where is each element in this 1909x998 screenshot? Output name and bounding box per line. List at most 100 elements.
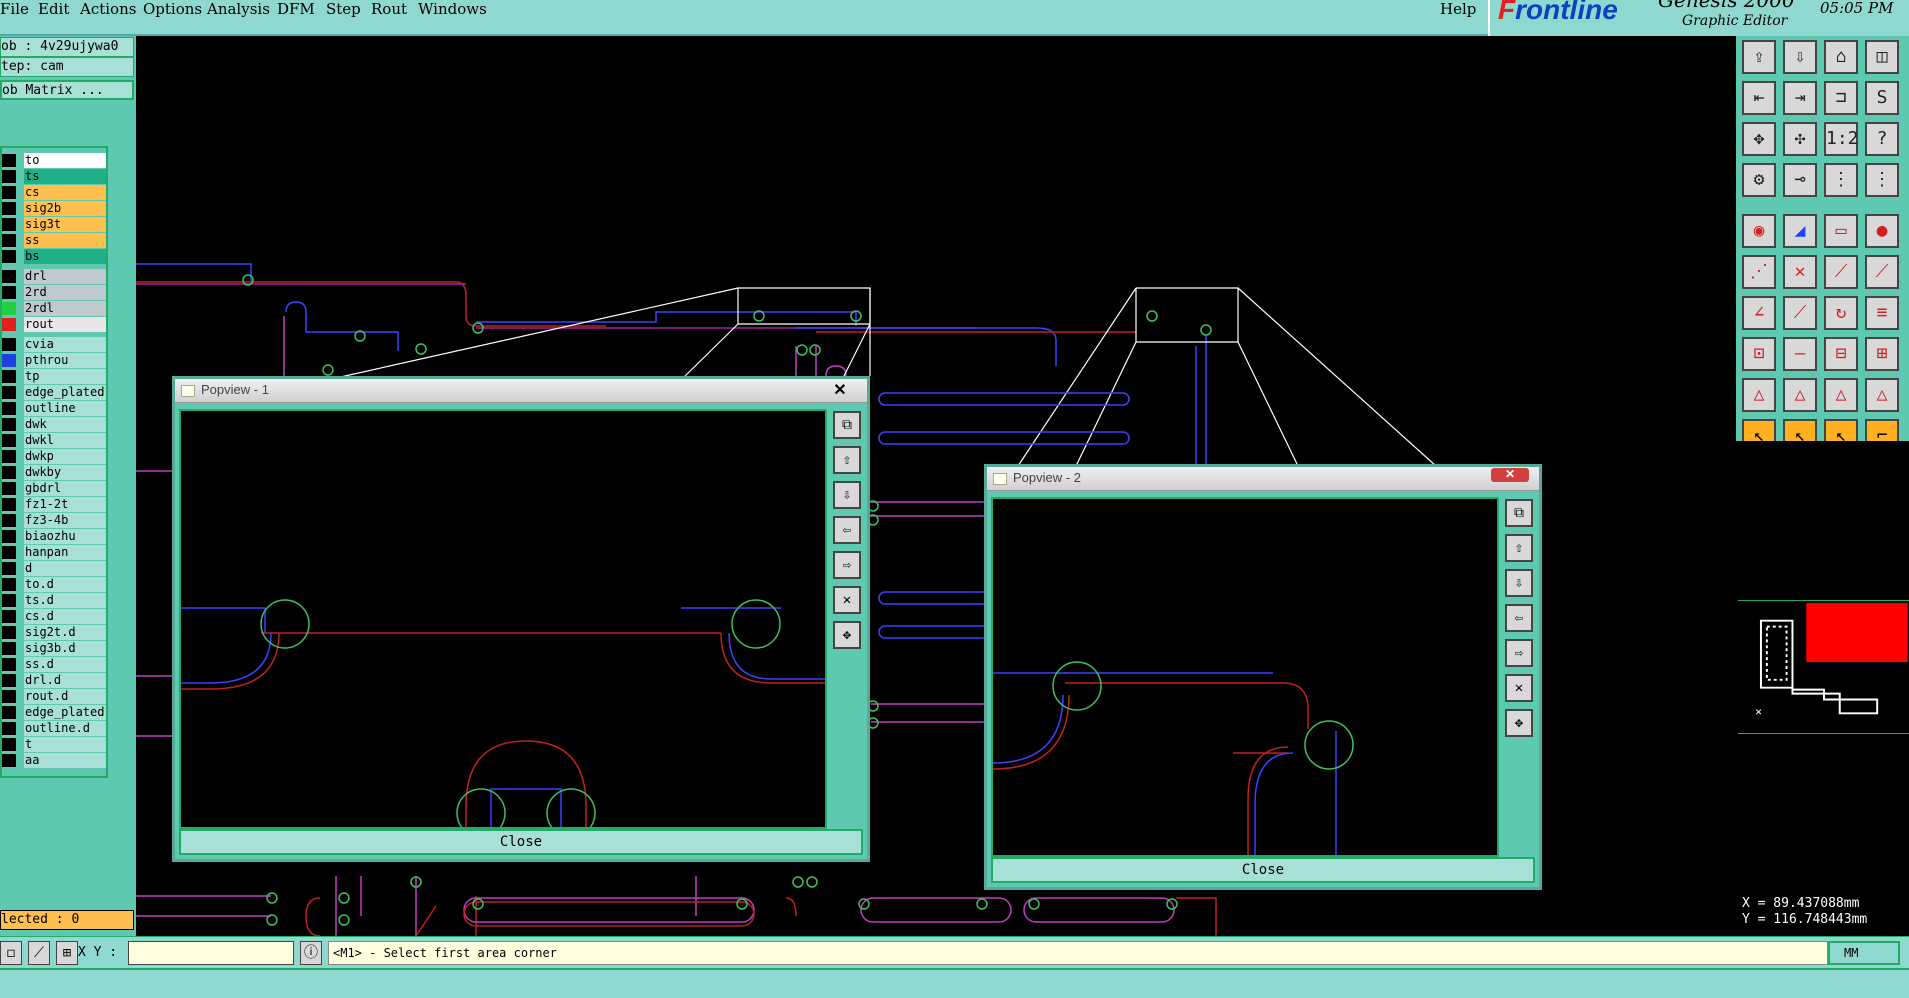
layer-row[interactable]: dwkl — [2, 432, 108, 448]
pad-icon[interactable]: ◉ — [1742, 214, 1776, 248]
layer-row[interactable]: drl — [2, 268, 108, 284]
box-icon[interactable]: ⊟ — [1824, 337, 1858, 371]
layer-row[interactable]: rout — [2, 316, 108, 332]
pan-down-icon[interactable]: ⇩ — [1505, 569, 1533, 597]
xy-input[interactable] — [128, 941, 294, 965]
layer-swatch[interactable] — [2, 270, 16, 283]
layer-swatch[interactable] — [2, 594, 16, 607]
layer-name[interactable]: sig2b — [24, 201, 106, 216]
layer-row[interactable]: to.d — [2, 576, 108, 592]
route-icon[interactable]: ⋮ — [1865, 163, 1899, 197]
layer-swatch[interactable] — [2, 302, 16, 315]
layer-swatch[interactable] — [2, 610, 16, 623]
popview-2-view[interactable] — [991, 497, 1499, 857]
layer-row[interactable]: outline — [2, 400, 108, 416]
menu-help[interactable]: Help — [1440, 0, 1476, 18]
save-icon[interactable]: ⇩ — [1783, 40, 1817, 74]
rotate-icon[interactable]: ↻ — [1824, 296, 1858, 330]
layer-row[interactable]: gbdrl — [2, 480, 108, 496]
layer-name[interactable]: cs — [24, 185, 106, 200]
layer-name[interactable]: edge_plated — [24, 385, 106, 400]
layer-swatch[interactable] — [2, 286, 16, 299]
layer-swatch[interactable] — [2, 434, 16, 447]
snap-icon[interactable]: ◻ — [0, 941, 22, 965]
layer-swatch[interactable] — [2, 658, 16, 671]
layer-row[interactable]: edge_plated — [2, 384, 108, 400]
layer-swatch[interactable] — [2, 530, 16, 543]
layer-row[interactable]: hanpan — [2, 544, 108, 560]
layer-swatch[interactable] — [2, 722, 16, 735]
layer-name[interactable]: fz1-2t — [24, 497, 106, 512]
layer-row[interactable]: pthrou — [2, 352, 108, 368]
layer-name[interactable]: dwkl — [24, 433, 106, 448]
net-icon[interactable]: ⋮ — [1824, 163, 1858, 197]
layer-row[interactable]: cvia — [2, 336, 108, 352]
fit-icon[interactable]: ✥ — [1742, 122, 1776, 156]
layer-row[interactable]: ts.d — [2, 592, 108, 608]
layer-swatch[interactable] — [2, 466, 16, 479]
layer-row[interactable]: 2rd — [2, 284, 108, 300]
layer-row[interactable]: edge_plated — [2, 704, 108, 720]
dash-icon[interactable]: — — [1783, 337, 1817, 371]
layer-swatch[interactable] — [2, 562, 16, 575]
popview-1-titlebar[interactable]: Popview - 1 ✕ — [175, 379, 867, 403]
layer-row[interactable]: t — [2, 736, 108, 752]
popview-1-close-button[interactable]: Close — [179, 829, 863, 855]
layer-swatch[interactable] — [2, 418, 16, 431]
layer-swatch[interactable] — [2, 338, 16, 351]
circle-icon[interactable]: ● — [1865, 214, 1899, 248]
info-icon[interactable]: ⓘ — [300, 941, 322, 965]
layer-swatch[interactable] — [2, 386, 16, 399]
layer-name[interactable]: drl — [24, 269, 106, 284]
ruler-icon[interactable]: ▭ — [1824, 214, 1858, 248]
settings-icon[interactable]: ⚙ — [1742, 163, 1776, 197]
close-icon[interactable]: ✕ — [821, 381, 859, 401]
layer-name[interactable]: t — [24, 737, 106, 752]
layer-row[interactable]: to — [2, 152, 108, 168]
layer-swatch[interactable] — [2, 514, 16, 527]
layer-row[interactable]: tp — [2, 368, 108, 384]
layer-swatch[interactable] — [2, 642, 16, 655]
layer-row[interactable]: biaozhu — [2, 528, 108, 544]
layer-swatch[interactable] — [2, 498, 16, 511]
snap-line-icon[interactable]: ⟋ — [1865, 255, 1899, 289]
popview-2-close-button[interactable]: Close — [991, 857, 1535, 883]
layer-row[interactable]: drl.d — [2, 672, 108, 688]
menu-rout[interactable]: Rout — [371, 0, 407, 18]
layer-row[interactable]: ss — [2, 232, 108, 248]
popview-2-titlebar[interactable]: Popview - 2 ✕ — [987, 467, 1539, 491]
layer-swatch[interactable] — [2, 318, 16, 331]
layer-name[interactable]: rout.d — [24, 689, 106, 704]
region-icon[interactable]: ⊡ — [1742, 337, 1776, 371]
zoom-in-icon[interactable]: ✥ — [833, 621, 861, 649]
popview-1-window[interactable]: Popview - 1 ✕ ⧉ ⇧ ⇩ ⇦ ⇨ ✕ ✥ Close — [172, 376, 870, 862]
layer-name[interactable]: sig2t.d — [24, 625, 106, 640]
layer-name[interactable]: ss — [24, 233, 106, 248]
layer-name[interactable]: pthrou — [24, 353, 106, 368]
layer-swatch[interactable] — [2, 690, 16, 703]
layer-row[interactable]: bs — [2, 248, 108, 264]
measure-icon[interactable]: ⟋ — [28, 941, 50, 965]
layer-swatch[interactable] — [2, 370, 16, 383]
menu-dfm[interactable]: DFM — [277, 0, 315, 18]
menu-step[interactable]: Step — [326, 0, 361, 18]
layer-swatch[interactable] — [2, 754, 16, 767]
zoom-window-icon[interactable]: ⧉ — [833, 411, 861, 439]
layer-swatch[interactable] — [2, 202, 16, 215]
pan-down-icon[interactable]: ⇩ — [833, 481, 861, 509]
export-icon[interactable]: ⇥ — [1783, 81, 1817, 115]
pan-up-icon[interactable]: ⇧ — [833, 446, 861, 474]
layer-swatch[interactable] — [2, 402, 16, 415]
menu-options[interactable]: Options — [143, 0, 202, 18]
layer-row[interactable]: cs.d — [2, 608, 108, 624]
layer-swatch[interactable] — [2, 706, 16, 719]
layer-name[interactable]: to.d — [24, 577, 106, 592]
layer-swatch[interactable] — [2, 482, 16, 495]
layer-swatch[interactable] — [2, 170, 16, 183]
layer-row[interactable]: rout.d — [2, 688, 108, 704]
menu-file[interactable]: File — [0, 0, 29, 18]
layer-name[interactable]: dwkby — [24, 465, 106, 480]
pan-left-icon[interactable]: ⇦ — [833, 516, 861, 544]
popview-2-window[interactable]: Popview - 2 ✕ ⧉ ⇧ ⇩ ⇦ ⇨ ✕ ✥ Close — [984, 464, 1542, 890]
menu-analysis[interactable]: Analysis — [207, 0, 270, 18]
